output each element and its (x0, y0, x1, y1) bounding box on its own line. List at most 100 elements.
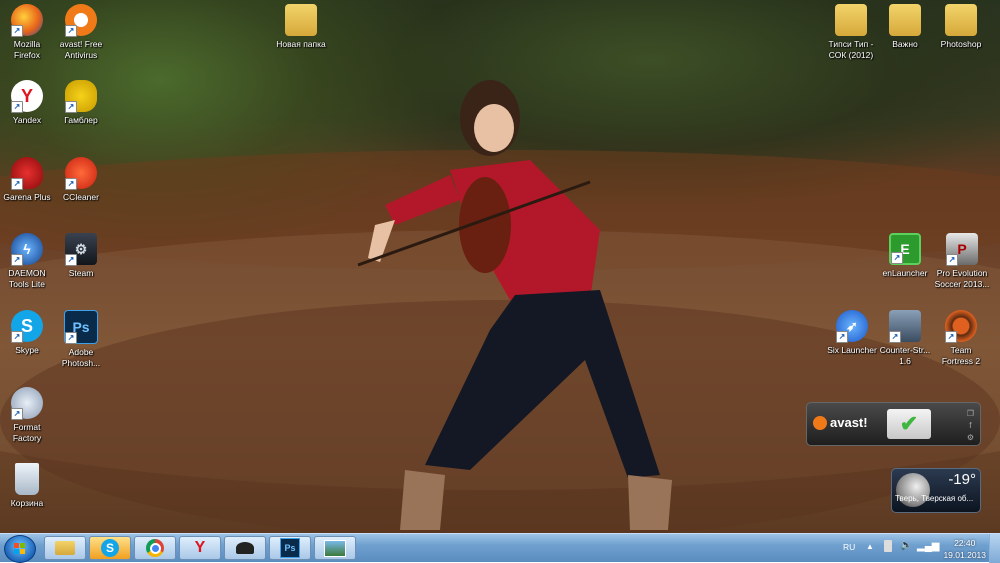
desktop-icon-garena[interactable]: ↗ Garena Plus (0, 157, 54, 203)
pes-icon: P ↗ (946, 233, 978, 266)
icon-label: Pro Evolution Soccer 2013... (934, 268, 990, 289)
taskbar-yandex[interactable]: Y (179, 536, 221, 560)
taskbar-explorer[interactable] (44, 536, 86, 560)
clock-date: 19.01.2013 (943, 550, 986, 560)
windows-logo-icon (14, 543, 25, 554)
clock[interactable]: 22:40 19.01.2013 (943, 537, 986, 561)
taskbar-chrome[interactable] (134, 536, 176, 560)
desktop-icon-photoshop[interactable]: Ps ↗ Adobe Photosh... (54, 310, 108, 369)
desktop-icon-folder-photoshop[interactable]: Photoshop (934, 4, 988, 50)
taskbar-photoshop[interactable]: Ps (269, 536, 311, 560)
desktop-icon-firefox[interactable]: ↗ Mozilla Firefox (0, 4, 54, 61)
desktop-icon-yandex[interactable]: Y ↗ Yandex (0, 80, 54, 126)
language-indicator[interactable]: RU (843, 542, 855, 552)
icon-label: Корзина (10, 498, 44, 508)
taskbar-image-viewer[interactable] (314, 536, 356, 560)
desktop-icon-enlauncher[interactable]: E ↗ enLauncher (878, 233, 932, 279)
desktop-wallpaper (0, 0, 1000, 533)
desktop-icon-six-launcher[interactable]: ➶ ↗ Six Launcher (824, 310, 880, 356)
skype-icon: S ↗ (11, 310, 43, 343)
six-launcher-icon: ➶ ↗ (836, 310, 868, 343)
firefox-icon: ↗ (11, 4, 43, 37)
desktop-icon-counter-strike[interactable]: ↗ Counter-Str... 1.6 (878, 310, 932, 367)
icon-label: enLauncher (882, 268, 928, 278)
image-viewer-icon (324, 539, 346, 557)
daemon-tools-icon: ϟ ↗ (11, 233, 43, 266)
avast-gadget[interactable]: avast! ✔ ❐ f ⚙ (806, 402, 981, 446)
folder-icon (945, 4, 977, 36)
facebook-icon[interactable]: f (967, 420, 974, 432)
desktop-icon-skype[interactable]: S ↗ Skype (0, 310, 54, 356)
desktop-icon-ccleaner[interactable]: ↗ CCleaner (54, 157, 108, 203)
avast-icon: ↗ (65, 4, 97, 37)
folder-icon (285, 4, 317, 36)
icon-label: Гамблер (64, 115, 98, 125)
icon-label: DAEMON Tools Lite (8, 268, 46, 289)
gadget-controls: ❐ f ⚙ (967, 408, 974, 444)
desktop-icon-recycle-bin[interactable]: Корзина (0, 463, 54, 509)
icon-label: Six Launcher (827, 345, 877, 355)
icon-label: Photoshop (940, 39, 982, 49)
weather-temperature: -19° (948, 471, 976, 488)
skype-icon: S (101, 539, 119, 557)
format-factory-icon: ↗ (11, 387, 43, 420)
desktop-icon-folder-tipsi[interactable]: Типси Тип - СОК (2012) (820, 4, 882, 61)
weather-location: Тверь, Тверская об... (895, 494, 974, 503)
avast-icon (813, 415, 827, 430)
icon-label: Format Factory (12, 422, 42, 443)
steam-icon: ⚙ ↗ (65, 233, 97, 266)
counter-strike-icon: ↗ (889, 310, 921, 343)
ccleaner-icon: ↗ (65, 157, 97, 190)
icon-label: Новая папка (276, 39, 326, 49)
chrome-icon (146, 539, 164, 557)
taskbar-gambler[interactable] (224, 536, 266, 560)
recycle-bin-icon (15, 463, 39, 495)
folder-icon (835, 4, 867, 36)
icon-label: Team Fortress 2 (941, 345, 981, 366)
desktop-icon-avast[interactable]: ↗ avast! Free Antivirus (54, 4, 108, 61)
photoshop-icon: Ps ↗ (64, 310, 98, 344)
weather-gadget[interactable]: -19° Тверь, Тверская об... (891, 468, 981, 513)
yandex-icon: Y ↗ (11, 80, 43, 113)
desktop-icon-tf2[interactable]: ↗ Team Fortress 2 (934, 310, 988, 367)
volume-icon[interactable]: 🔈 (900, 540, 912, 551)
show-desktop-button[interactable] (989, 534, 1000, 563)
icon-label: Yandex (12, 115, 42, 125)
taskbar-skype[interactable]: S (89, 536, 131, 560)
avast-brand-label: avast! (830, 415, 868, 430)
icon-label: CCleaner (63, 192, 99, 202)
icon-label: Mozilla Firefox (13, 39, 41, 60)
yandex-icon: Y (194, 539, 206, 556)
photoshop-icon: Ps (280, 538, 300, 558)
checkmark-icon[interactable]: ✔ (887, 409, 931, 439)
taskbar: S Y Ps RU ▲ 🔈 ▂▄▆ 22:40 19.01.2013 (0, 533, 1000, 563)
icon-label: Adobe Photosh... (61, 347, 101, 368)
settings-icon[interactable]: ⚙ (967, 432, 974, 444)
folder-icon (889, 4, 921, 36)
desktop-icon-steam[interactable]: ⚙ ↗ Steam (54, 233, 108, 279)
garena-icon: ↗ (11, 157, 43, 190)
start-button[interactable] (4, 535, 36, 563)
gambler-icon: ↗ (65, 80, 97, 113)
icon-label: avast! Free Antivirus (59, 39, 103, 60)
spy-hat-icon (236, 542, 254, 554)
enlauncher-icon: E ↗ (889, 233, 921, 265)
desktop-icon-new-folder[interactable]: Новая папка (274, 4, 328, 50)
network-icon[interactable]: ▂▄▆ (917, 541, 939, 552)
avast-logo: avast! (813, 415, 868, 430)
desktop-icon-pes[interactable]: P ↗ Pro Evolution Soccer 2013... (934, 233, 990, 290)
desktop-icon-daemon-tools[interactable]: ϟ ↗ DAEMON Tools Lite (0, 233, 54, 290)
restore-icon[interactable]: ❐ (967, 408, 974, 420)
icon-label: Важно (892, 39, 918, 49)
icon-label: Skype (15, 345, 39, 355)
desktop-icon-format-factory[interactable]: ↗ Format Factory (0, 387, 54, 444)
icon-label: Типси Тип - СОК (2012) (828, 39, 874, 60)
desktop-icon-folder-vazhno[interactable]: Важно (878, 4, 932, 50)
violinist-figure (357, 80, 672, 530)
tray-expand-icon[interactable]: ▲ (866, 542, 874, 551)
icon-label: Counter-Str... 1.6 (879, 345, 931, 366)
desktop-icon-gambler[interactable]: ↗ Гамблер (54, 80, 108, 126)
folder-icon (55, 541, 75, 555)
device-icon[interactable] (884, 540, 892, 552)
clock-time: 22:40 (954, 538, 976, 548)
